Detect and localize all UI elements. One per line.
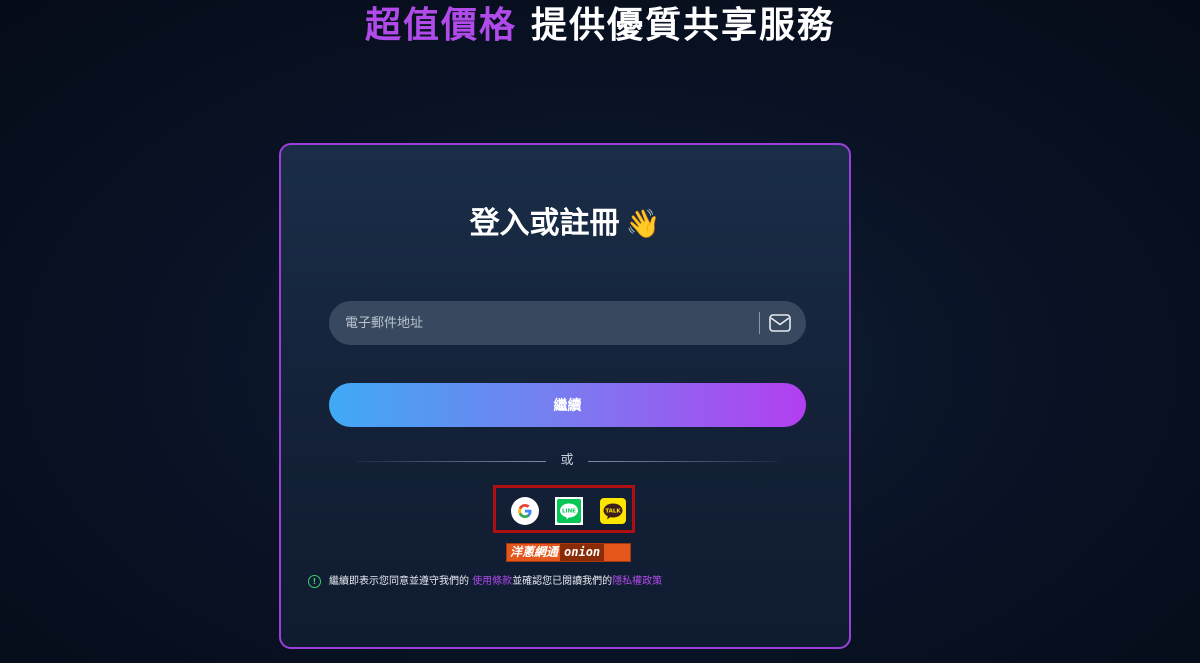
svg-text:LINE: LINE: [562, 509, 576, 515]
kakaotalk-login-button[interactable]: TALK: [599, 497, 627, 525]
social-login-group: LINE TALK: [493, 485, 635, 533]
card-title: 登入或註冊 👋: [281, 202, 849, 246]
card-title-text: 登入或註冊: [469, 206, 620, 241]
terms-of-use-link[interactable]: 使用條款: [472, 576, 512, 587]
mail-icon: [769, 314, 791, 332]
waving-hand-icon: 👋: [625, 207, 661, 240]
info-icon: !: [308, 574, 321, 588]
watermark-text-cn: 洋蔥網通: [510, 545, 559, 559]
login-card: 登入或註冊👋 繼續 或: [279, 143, 851, 649]
page-headline: 超值價格 提供優質共享服務: [0, 2, 1200, 50]
line-login-button[interactable]: LINE: [555, 497, 583, 525]
terms-notice: ! 繼續即表示您同意並遵守我們的 使用條款並確認您已閱讀我們的隱私權政策: [308, 573, 828, 591]
headline-accent: 超值價格: [364, 5, 517, 46]
terms-middle: 並確認您已閱讀我們的: [512, 576, 613, 587]
watermark-text-en: onion: [560, 544, 605, 561]
continue-button[interactable]: 繼續: [329, 383, 806, 427]
line-icon: LINE: [555, 497, 583, 525]
email-field-divider: [759, 312, 760, 334]
kakaotalk-icon: TALK: [600, 498, 626, 524]
headline-text: 提供優質共享服務: [531, 5, 836, 46]
terms-prefix: 繼續即表示您同意並遵守我們的: [329, 576, 473, 587]
or-separator: 或: [356, 451, 778, 471]
separator-line-right: [588, 461, 778, 462]
email-field[interactable]: [329, 301, 806, 345]
google-icon: [511, 497, 539, 525]
svg-text:TALK: TALK: [605, 509, 621, 515]
email-input[interactable]: [329, 301, 749, 345]
privacy-policy-link[interactable]: 隱私權政策: [612, 576, 662, 587]
watermark-logo: 洋蔥網通 onion: [506, 543, 631, 562]
google-login-button[interactable]: [511, 497, 539, 525]
